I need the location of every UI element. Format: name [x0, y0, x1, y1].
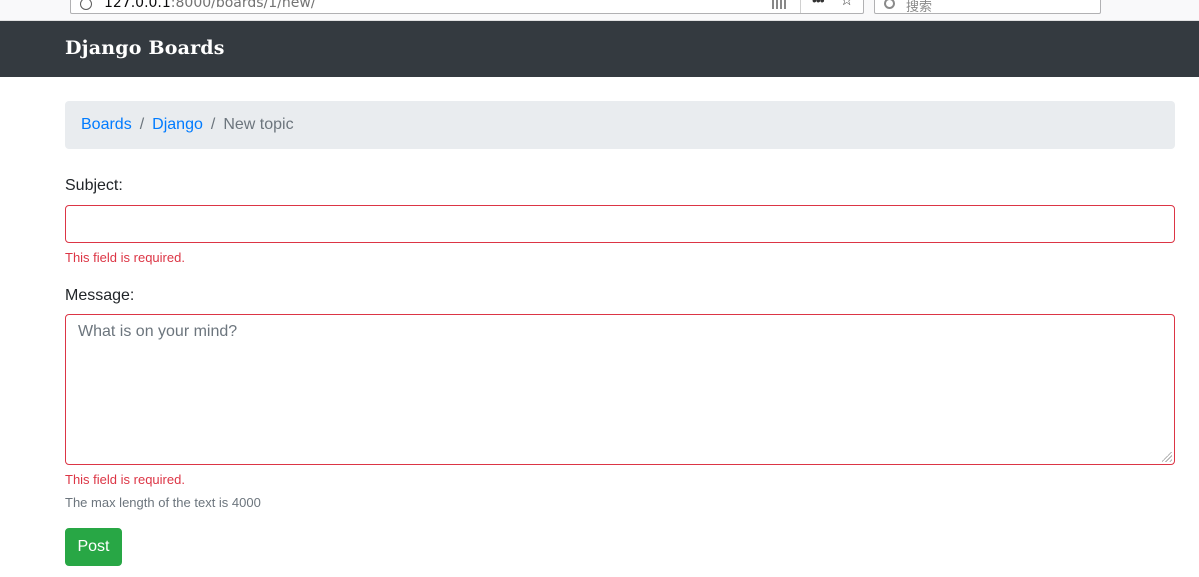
- more-actions-icon[interactable]: •••: [812, 0, 825, 8]
- url-path: :8000/boards/1/new/: [170, 0, 316, 11]
- navbar-brand[interactable]: Django Boards: [65, 37, 225, 59]
- subject-error: This field is required.: [65, 250, 185, 265]
- resize-grip-icon[interactable]: [1162, 452, 1172, 462]
- browser-search-placeholder: 搜索: [906, 0, 933, 14]
- breadcrumb: Boards / Django / New topic: [65, 101, 1175, 149]
- message-error: This field is required.: [65, 472, 185, 487]
- post-button[interactable]: Post: [65, 528, 122, 566]
- subject-label: Subject:: [65, 177, 123, 194]
- breadcrumb-boards-link[interactable]: Boards: [81, 116, 132, 134]
- address-bar-divider: [800, 0, 801, 13]
- message-textarea[interactable]: [65, 314, 1175, 465]
- search-icon: [884, 0, 895, 9]
- address-bar-url: 127.0.0.1:8000/boards/1/new/: [104, 0, 316, 11]
- breadcrumb-separator: /: [139, 116, 145, 133]
- address-bar[interactable]: 127.0.0.1:8000/boards/1/new/ ••• ☆: [70, 0, 864, 14]
- browser-toolbar: 127.0.0.1:8000/boards/1/new/ ••• ☆ 搜索: [0, 0, 1199, 21]
- navbar: Django Boards: [0, 21, 1199, 77]
- message-help-text: The max length of the text is 4000: [65, 495, 261, 510]
- subject-input[interactable]: [65, 205, 1175, 243]
- breadcrumb-django-link[interactable]: Django: [152, 116, 203, 134]
- browser-search-box[interactable]: 搜索: [874, 0, 1101, 14]
- url-host: 127.0.0.1: [104, 0, 171, 11]
- qr-code-icon[interactable]: [772, 0, 786, 9]
- breadcrumb-separator: /: [210, 116, 216, 133]
- message-label: Message:: [65, 287, 135, 304]
- info-icon[interactable]: [80, 0, 92, 10]
- breadcrumb-current: New topic: [223, 116, 294, 133]
- bookmark-star-icon[interactable]: ☆: [840, 0, 853, 9]
